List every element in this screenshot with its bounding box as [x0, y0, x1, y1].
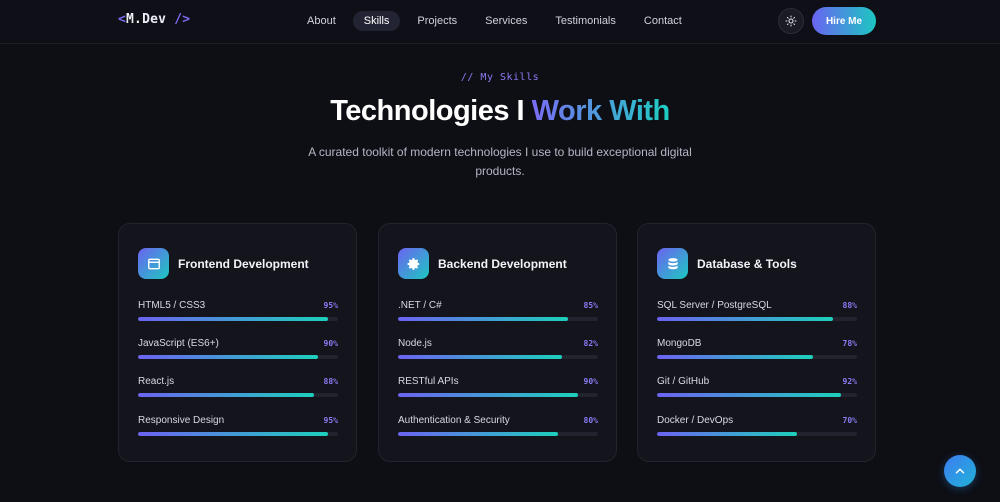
card-header: Frontend Development — [138, 248, 309, 279]
card-header: Backend Development — [398, 248, 567, 279]
top-navbar: <M.Dev /> About Skills Projects Services… — [0, 0, 1000, 44]
skill-name: JavaScript (ES6+) — [138, 338, 219, 349]
skill-progress-fill — [138, 393, 314, 397]
section-title-plain: Technologies I — [330, 95, 532, 127]
skill-percent: 88% — [842, 301, 857, 310]
nav-link-about[interactable]: About — [296, 11, 347, 31]
skill-progress-fill — [398, 317, 568, 321]
skill-progress-track — [398, 432, 598, 436]
nav-link-testimonials[interactable]: Testimonials — [544, 11, 627, 31]
skill-percent: 92% — [842, 377, 857, 386]
skill-item: JavaScript (ES6+) 90% — [138, 337, 338, 363]
chevron-up-icon — [955, 468, 965, 474]
skill-progress-track — [398, 393, 598, 397]
skill-percent: 82% — [583, 339, 598, 348]
nav-links: About Skills Projects Services Testimoni… — [296, 11, 693, 31]
skill-percent: 95% — [323, 416, 338, 425]
skill-card-frontend: Frontend Development HTML5 / CSS3 95% Jav… — [118, 223, 357, 462]
scroll-to-top-button[interactable] — [944, 455, 976, 487]
card-title: Database & Tools — [697, 256, 797, 271]
skill-percent: 70% — [842, 416, 857, 425]
skill-item: React.js 88% — [138, 375, 338, 401]
card-title: Frontend Development — [178, 256, 309, 271]
nav-link-contact[interactable]: Contact — [633, 11, 693, 31]
skill-progress-fill — [398, 355, 562, 359]
skill-name: MongoDB — [657, 338, 702, 349]
skill-item: SQL Server / PostgreSQL 88% — [657, 299, 857, 325]
database-icon — [657, 248, 688, 279]
skill-card-database: Database & Tools SQL Server / PostgreSQL… — [637, 223, 876, 462]
skill-name: Git / GitHub — [657, 376, 710, 387]
skill-item: Authentication & Security 80% — [398, 414, 598, 440]
skill-name: Node.js — [398, 338, 432, 349]
skill-percent: 85% — [583, 301, 598, 310]
card-title: Backend Development — [438, 256, 567, 271]
section-eyebrow: // My Skills — [460, 72, 540, 83]
skill-item: RESTful APIs 90% — [398, 375, 598, 401]
skill-name: SQL Server / PostgreSQL — [657, 300, 772, 311]
logo-name: M.Dev — [126, 12, 167, 27]
skill-name: .NET / C# — [398, 300, 442, 311]
skill-name: React.js — [138, 376, 175, 387]
skill-progress-fill — [657, 393, 841, 397]
skill-progress-track — [138, 317, 338, 321]
skill-percent: 90% — [583, 377, 598, 386]
browser-window-icon — [138, 248, 169, 279]
sun-icon — [785, 15, 797, 27]
skill-name: Docker / DevOps — [657, 415, 734, 426]
skill-progress-track — [138, 393, 338, 397]
skill-percent: 80% — [583, 416, 598, 425]
skill-progress-fill — [398, 393, 578, 397]
hire-me-button[interactable]: Hire Me — [812, 7, 876, 35]
theme-toggle-button[interactable] — [778, 8, 804, 34]
skill-progress-fill — [138, 432, 328, 436]
skill-item: Node.js 82% — [398, 337, 598, 363]
skill-progress-fill — [657, 317, 833, 321]
card-header: Database & Tools — [657, 248, 797, 279]
skill-card-backend: Backend Development .NET / C# 85% Node.js… — [378, 223, 617, 462]
skill-progress-fill — [657, 355, 813, 359]
skill-progress-track — [657, 432, 857, 436]
skill-item: .NET / C# 85% — [398, 299, 598, 325]
nav-link-skills[interactable]: Skills — [352, 11, 401, 31]
skill-progress-track — [657, 393, 857, 397]
skill-item: HTML5 / CSS3 95% — [138, 299, 338, 325]
skill-progress-fill — [138, 317, 328, 321]
skill-progress-fill — [657, 432, 797, 436]
skill-progress-track — [657, 355, 857, 359]
skill-name: Responsive Design — [138, 415, 225, 426]
skill-item: MongoDB 78% — [657, 337, 857, 363]
skill-percent: 78% — [842, 339, 857, 348]
skill-item: Docker / DevOps 70% — [657, 414, 857, 440]
skill-progress-track — [138, 432, 338, 436]
skill-progress-track — [138, 355, 338, 359]
logo-close-bracket: /> — [166, 12, 191, 27]
logo-open-bracket: < — [118, 12, 127, 27]
gear-icon — [398, 248, 429, 279]
skill-progress-track — [398, 355, 598, 359]
skill-item: Git / GitHub 92% — [657, 375, 857, 401]
skill-name: HTML5 / CSS3 — [138, 300, 206, 311]
section-title: Technologies I Work With — [0, 95, 1000, 128]
skill-progress-fill — [398, 432, 558, 436]
site-logo[interactable]: <M.Dev /> — [118, 12, 190, 27]
skill-percent: 88% — [323, 377, 338, 386]
skill-name: Authentication & Security — [398, 415, 510, 426]
skill-percent: 95% — [323, 301, 338, 310]
section-title-accent: Work With — [531, 95, 671, 127]
skill-progress-track — [657, 317, 857, 321]
skill-progress-fill — [138, 355, 318, 359]
skill-name: RESTful APIs — [398, 376, 459, 387]
nav-link-projects[interactable]: Projects — [406, 11, 468, 31]
section-subtitle: A curated toolkit of modern technologies… — [308, 145, 692, 178]
skill-progress-track — [398, 317, 598, 321]
nav-link-services[interactable]: Services — [474, 11, 538, 31]
skill-item: Responsive Design 95% — [138, 414, 338, 440]
skill-percent: 90% — [323, 339, 338, 348]
